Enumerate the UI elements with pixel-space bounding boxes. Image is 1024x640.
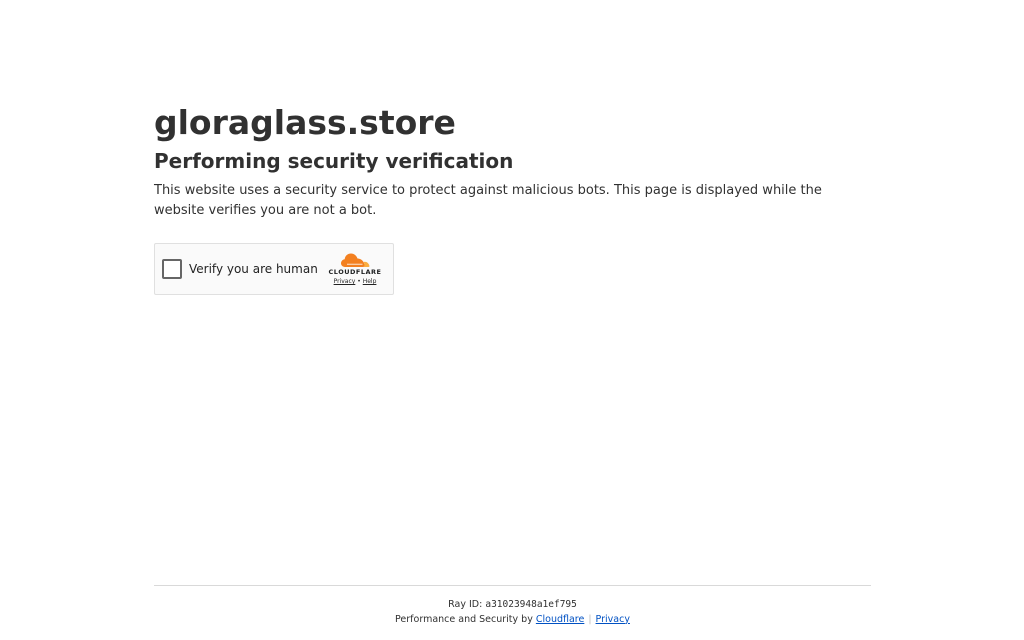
performance-line: Performance and Security by Cloudflare | P… [395,614,630,625]
page-heading: Performing security verification [154,149,514,173]
verification-widget: Verify you are human CLOUDFLARE Privacy … [154,243,394,295]
widget-links: Privacy • Help [334,277,377,286]
cloudflare-link[interactable]: Cloudflare [536,614,584,625]
widget-link-separator: • [357,278,361,285]
footer-privacy-link[interactable]: Privacy [596,614,630,625]
widget-privacy-link[interactable]: Privacy [334,278,356,285]
footer-separator: | [588,613,592,625]
verify-checkbox[interactable] [162,259,182,279]
cloudflare-cloud-icon [341,253,370,267]
main-content: gloraglass.store Performing security ver… [154,104,871,220]
site-name: gloraglass.store [154,103,456,142]
ray-id-value: a31023948a1ef795 [485,599,577,610]
cloudflare-wordmark: CLOUDFLARE [328,268,382,276]
footer-divider [154,585,871,586]
ray-id-line: Ray ID: a31023948a1ef795 [154,598,871,613]
performance-text: Performance and Security by [395,613,533,625]
verify-label[interactable]: Verify you are human [189,262,318,276]
widget-help-link[interactable]: Help [363,278,377,285]
footer: Ray ID: a31023948a1ef795 Performance and… [154,598,871,627]
ray-id-label: Ray ID: [448,599,483,610]
page-description: This website uses a security service to … [154,183,822,218]
cloudflare-brand: CLOUDFLARE Privacy • Help [324,252,386,286]
